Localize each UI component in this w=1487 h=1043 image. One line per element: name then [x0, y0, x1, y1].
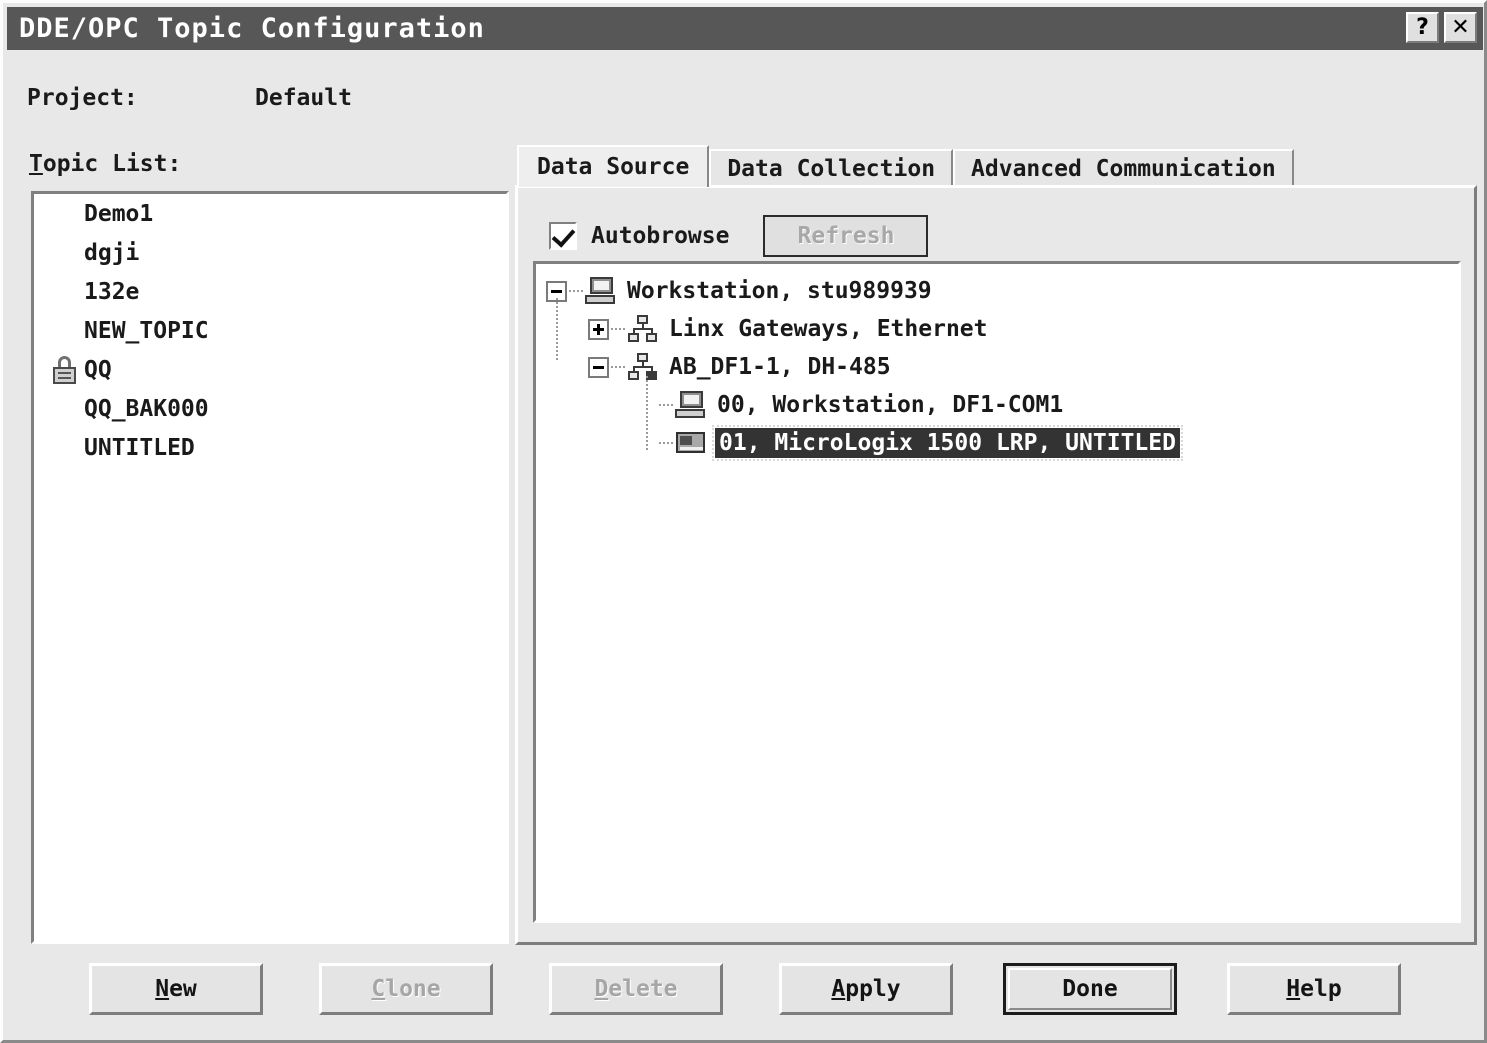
- dialog-button-bar: New Clone Delete Apply Done Help: [3, 963, 1487, 1023]
- project-label: Project:: [27, 85, 138, 111]
- topic-list-label-rest: opic List:: [42, 151, 182, 177]
- tree-node-label: AB_DF1-1, DH-485: [669, 354, 891, 380]
- autobrowse-label: Autobrowse: [591, 223, 730, 249]
- tree-node-label: 00, Workstation, DF1-COM1: [717, 392, 1064, 418]
- apply-button-accel: A: [831, 976, 846, 1002]
- clone-button-accel: C: [371, 976, 386, 1002]
- tree-connector: [569, 290, 583, 292]
- tree-connector: [611, 328, 625, 330]
- clone-button[interactable]: Clone: [319, 963, 493, 1015]
- done-button[interactable]: Done: [1003, 963, 1177, 1015]
- close-button-glyph: ✕: [1451, 15, 1470, 40]
- tree-connector: [659, 442, 673, 444]
- titlebar-button-group: ? ✕: [1406, 12, 1477, 43]
- help-button-label: Help: [1286, 976, 1341, 1002]
- tab-data-collection[interactable]: Data Collection: [709, 149, 954, 187]
- help-button-glyph: ?: [1416, 15, 1429, 40]
- tree-node[interactable]: 01, MicroLogix 1500 LRP, UNTITLED: [536, 424, 1458, 462]
- window-title: DDE/OPC Topic Configuration: [19, 13, 485, 44]
- tree-connector: [556, 298, 558, 362]
- plc-device-icon: [675, 430, 707, 456]
- topic-list-item-label: QQ_BAK000: [84, 395, 209, 422]
- help-button[interactable]: Help: [1227, 963, 1401, 1015]
- tree-node-label: Linx Gateways, Ethernet: [669, 316, 988, 342]
- delete-button-label: Delete: [594, 976, 677, 1002]
- new-button-label: New: [155, 976, 197, 1002]
- tree-node[interactable]: 00, Workstation, DF1-COM1: [536, 386, 1458, 424]
- topic-list-item[interactable]: QQ_BAK000: [34, 389, 506, 428]
- clone-button-label: Clone: [371, 976, 440, 1002]
- checkmark-icon: [551, 223, 576, 248]
- topic-list-item[interactable]: UNTITLED: [34, 428, 506, 467]
- new-button-label-rest: ew: [169, 976, 197, 1002]
- topic-list-item-label: UNTITLED: [84, 434, 195, 461]
- apply-button[interactable]: Apply: [779, 963, 953, 1015]
- computer-icon: [675, 391, 707, 419]
- data-source-tree[interactable]: Workstation, stu989939 Linx Gateways, Eth…: [533, 261, 1461, 923]
- topic-list-box[interactable]: Demo1 dgji 132e NEW_TOPIC QQ QQ_BAK000 UNTITLE…: [31, 191, 509, 944]
- tree-node[interactable]: AB_DF1-1, DH-485: [536, 348, 1458, 386]
- tree-connector: [611, 366, 625, 368]
- topic-list-item-label: Demo1: [84, 200, 154, 227]
- topic-list-item[interactable]: Demo1: [34, 194, 506, 233]
- autobrowse-row: Autobrowse Refresh: [549, 215, 929, 257]
- topic-list-item-label: 132e: [84, 278, 140, 305]
- network-icon: [627, 353, 659, 381]
- close-button[interactable]: ✕: [1444, 12, 1477, 43]
- topic-list-item-label: QQ: [84, 356, 112, 383]
- topic-list-item[interactable]: NEW_TOPIC: [34, 311, 506, 350]
- topic-list-item-label: dgji: [84, 239, 140, 266]
- delete-button-accel: D: [594, 976, 609, 1002]
- help-button[interactable]: ?: [1406, 12, 1439, 43]
- refresh-button[interactable]: Refresh: [763, 215, 929, 257]
- apply-button-label: Apply: [831, 976, 900, 1002]
- done-button-label: Done: [1062, 976, 1118, 1002]
- tree-connector: [659, 404, 673, 406]
- autobrowse-checkbox[interactable]: [549, 222, 577, 250]
- tab-advanced-communication[interactable]: Advanced Communication: [953, 149, 1294, 187]
- tree-node-label: Workstation, stu989939: [627, 278, 932, 304]
- tree-node[interactable]: Workstation, stu989939: [536, 272, 1458, 310]
- tab-strip: Data Source Data Collection Advanced Commu…: [517, 145, 1294, 187]
- topic-list-item-label: NEW_TOPIC: [84, 317, 209, 344]
- topic-list-item[interactable]: 132e: [34, 272, 506, 311]
- collapse-icon[interactable]: [588, 356, 609, 378]
- delete-button[interactable]: Delete: [549, 963, 723, 1015]
- new-button[interactable]: New: [89, 963, 263, 1015]
- help-button-accel: H: [1286, 976, 1301, 1002]
- apply-button-label-rest: pply: [845, 976, 901, 1002]
- tree-connector: [646, 376, 648, 452]
- dialog-window: DDE/OPC Topic Configuration ? ✕ Project: …: [0, 0, 1487, 1043]
- title-bar: DDE/OPC Topic Configuration ? ✕: [7, 7, 1483, 50]
- topic-list-item[interactable]: dgji: [34, 233, 506, 272]
- topic-list-item[interactable]: QQ: [34, 350, 506, 389]
- tree-node-label: 01, MicroLogix 1500 LRP, UNTITLED: [712, 425, 1183, 461]
- new-button-accel: N: [155, 976, 170, 1002]
- network-icon: [627, 315, 659, 343]
- lock-icon: [52, 355, 78, 384]
- expand-icon[interactable]: [588, 318, 609, 340]
- delete-button-label-rest: elete: [608, 976, 678, 1002]
- computer-icon: [585, 277, 617, 305]
- project-value: Default: [255, 85, 352, 111]
- tree-node[interactable]: Linx Gateways, Ethernet: [536, 310, 1458, 348]
- topic-list-label: Topic List:: [29, 151, 181, 177]
- tab-data-source[interactable]: Data Source: [517, 145, 710, 187]
- clone-button-label-rest: lone: [385, 976, 441, 1002]
- topic-list-accel: T: [29, 151, 43, 177]
- help-button-label-rest: elp: [1300, 976, 1342, 1002]
